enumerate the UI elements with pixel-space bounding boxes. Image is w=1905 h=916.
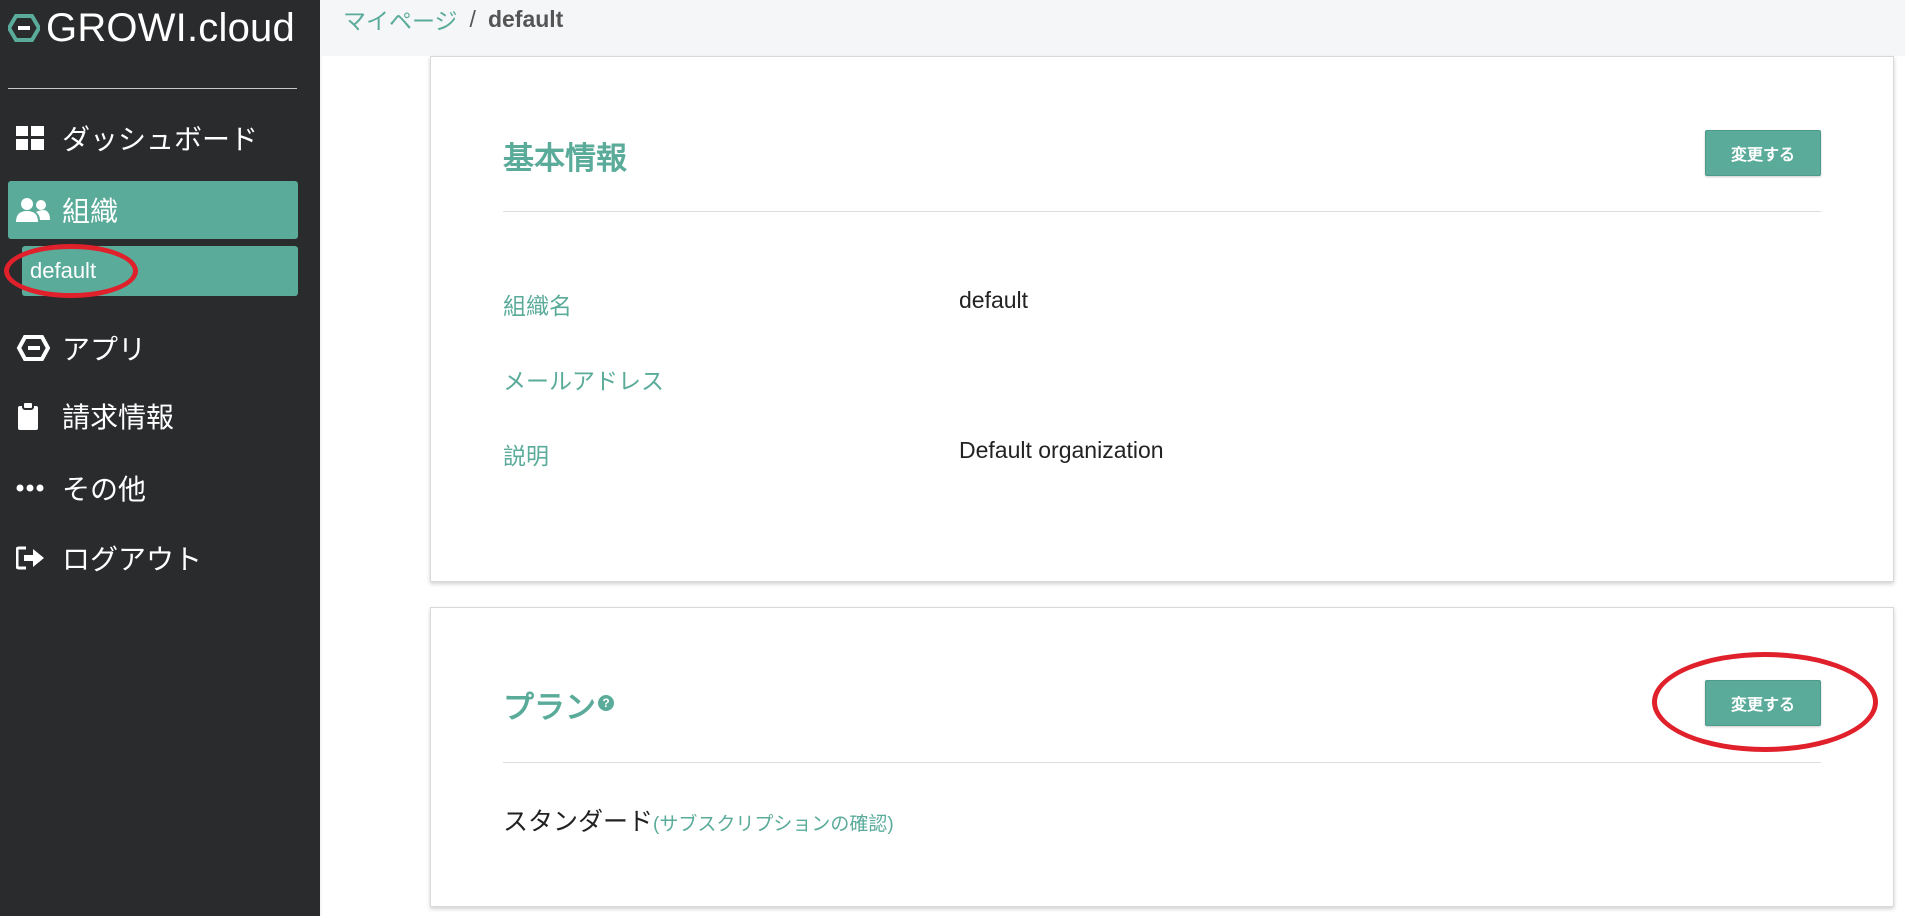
plan-divider	[503, 762, 1821, 763]
clipboard-icon	[16, 401, 52, 431]
growi-logo-icon	[8, 14, 40, 42]
sidebar-item-logout[interactable]: ログアウト	[8, 530, 298, 586]
brand-divider	[8, 88, 297, 89]
sidebar-item-label: ログアウト	[62, 544, 203, 575]
breadcrumb-current: default	[487, 5, 564, 32]
basic-info-card: 基本情報 変更する 組織名 default メールアドレス 説明 Default…	[430, 56, 1894, 582]
description-label: 説明	[503, 443, 549, 469]
plan-edit-button[interactable]: 変更する	[1705, 680, 1821, 726]
growi-logo-icon	[16, 333, 52, 363]
basic-info-title: 基本情報	[503, 141, 627, 176]
sidebar-item-organization[interactable]: 組織	[8, 181, 298, 239]
sidebar-subitem-label: default	[30, 258, 97, 283]
brand-name: GROWI.cloud	[46, 5, 295, 50]
org-name-value: default	[959, 287, 1029, 313]
sidebar-item-billing[interactable]: 請求情報	[8, 388, 298, 444]
users-icon	[16, 195, 52, 225]
sidebar-item-label: ダッシュボード	[62, 124, 259, 155]
brand[interactable]: GROWI.cloud	[8, 0, 295, 56]
basic-info-divider	[503, 211, 1821, 212]
sidebar-item-label: その他	[62, 474, 147, 505]
breadcrumb-mypage-link[interactable]: マイページ	[343, 2, 458, 36]
subscription-link[interactable]: (サブスクリプションの確認)	[653, 814, 894, 835]
more-dots-icon	[16, 473, 52, 503]
email-label: メールアドレス	[503, 368, 664, 394]
plan-card: プラン? 変更する スタンダード(サブスクリプションの確認)	[430, 607, 1894, 907]
sidebar-item-others[interactable]: その他	[8, 460, 298, 516]
plan-name: スタンダード	[503, 808, 654, 836]
plan-title: プラン?	[503, 682, 614, 727]
sign-out-icon	[16, 543, 52, 573]
question-circle-icon[interactable]: ?	[598, 694, 614, 711]
sidebar-subitem-default[interactable]: default	[22, 246, 298, 296]
sidebar: GROWI.cloud ダッシュボード 組織 default アプリ 請求情報 …	[0, 0, 320, 916]
basic-info-edit-button[interactable]: 変更する	[1705, 130, 1821, 176]
plan-info: スタンダード(サブスクリプションの確認)	[503, 802, 894, 838]
breadcrumb-separator: /	[469, 5, 476, 32]
sidebar-item-dashboard[interactable]: ダッシュボード	[8, 110, 298, 166]
sidebar-item-label: 組織	[62, 196, 119, 227]
sidebar-item-label: 請求情報	[62, 402, 175, 433]
org-name-label: 組織名	[503, 293, 572, 319]
breadcrumb: マイページ / default	[343, 2, 563, 36]
sidebar-item-label: アプリ	[62, 334, 147, 365]
description-value: Default organization	[959, 437, 1164, 463]
dashboard-grid-icon	[16, 123, 52, 153]
plan-title-text: プラン	[503, 690, 596, 725]
sidebar-item-apps[interactable]: アプリ	[8, 320, 298, 376]
